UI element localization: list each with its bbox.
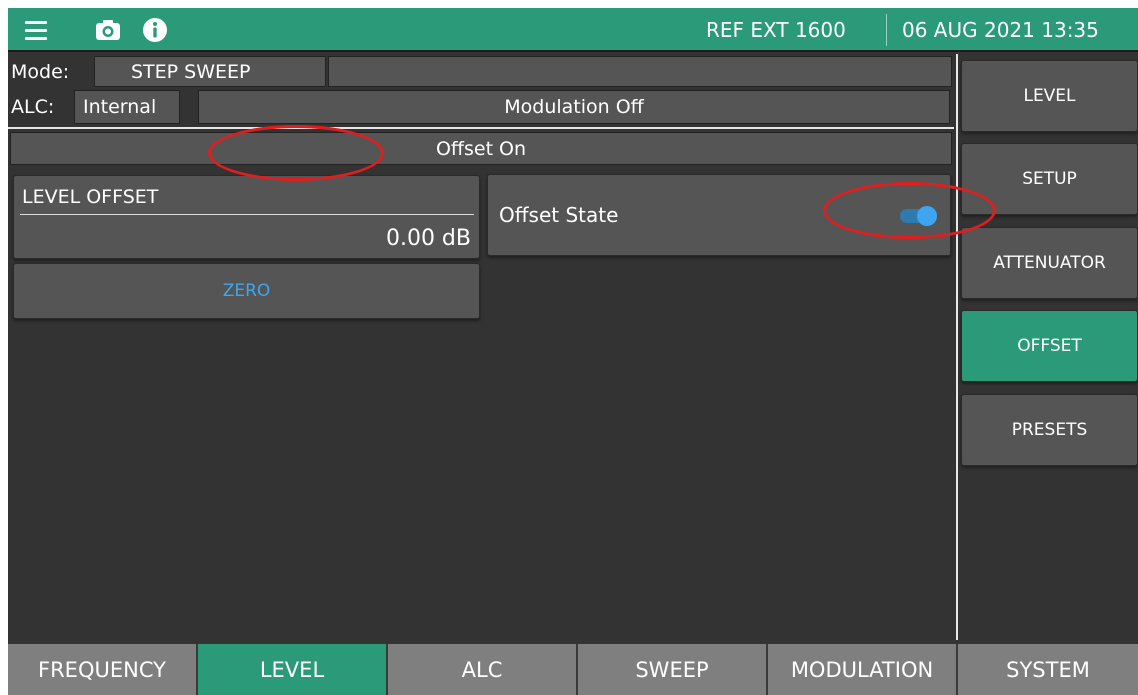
tab-frequency[interactable]: FREQUENCY bbox=[8, 644, 198, 695]
softkey-presets[interactable]: PRESETS bbox=[961, 394, 1138, 466]
status-separator bbox=[8, 127, 954, 129]
topbar-divider bbox=[886, 14, 887, 46]
alc-label: ALC: bbox=[8, 90, 74, 124]
instrument-screen: REF EXT 1600 06 AUG 2021 13:35 Mode: STE… bbox=[8, 8, 1138, 695]
reference-status: REF EXT 1600 bbox=[706, 18, 846, 42]
annotation-circle-toggle bbox=[823, 182, 996, 239]
softkey-level[interactable]: LEVEL bbox=[961, 60, 1138, 132]
level-offset-underline bbox=[20, 214, 474, 215]
level-offset-value: 0.00 dB bbox=[385, 226, 471, 251]
bottom-tab-bar: FREQUENCY LEVEL ALC SWEEP MODULATION SYS… bbox=[8, 644, 1138, 695]
offset-state-label: Offset State bbox=[499, 203, 619, 227]
alc-row: ALC: Internal Modulation Off bbox=[8, 90, 950, 124]
tab-sweep[interactable]: SWEEP bbox=[578, 644, 768, 695]
softkey-attenuator[interactable]: ATTENUATOR bbox=[961, 227, 1138, 299]
info-icon[interactable] bbox=[140, 8, 170, 52]
modulation-status: Modulation Off bbox=[198, 90, 950, 124]
offset-status: Offset On bbox=[10, 132, 952, 165]
tab-level[interactable]: LEVEL bbox=[198, 644, 388, 695]
mode-row: Mode: STEP SWEEP bbox=[8, 56, 952, 87]
softkey-divider bbox=[956, 54, 958, 640]
date-time: 06 AUG 2021 13:35 bbox=[902, 18, 1099, 42]
softkey-offset[interactable]: OFFSET bbox=[961, 310, 1138, 382]
mode-label: Mode: bbox=[8, 56, 94, 87]
alc-value: Internal bbox=[74, 90, 180, 124]
mode-extra bbox=[328, 56, 952, 87]
tab-system[interactable]: SYSTEM bbox=[958, 644, 1138, 695]
tab-modulation[interactable]: MODULATION bbox=[768, 644, 958, 695]
level-offset-title: LEVEL OFFSET bbox=[22, 186, 159, 208]
camera-icon[interactable] bbox=[93, 8, 123, 52]
menu-icon[interactable] bbox=[22, 8, 50, 52]
tab-alc[interactable]: ALC bbox=[388, 644, 578, 695]
top-bar: REF EXT 1600 06 AUG 2021 13:35 bbox=[8, 8, 1138, 52]
level-offset-field[interactable]: LEVEL OFFSET 0.00 dB bbox=[13, 175, 480, 259]
mode-value: STEP SWEEP bbox=[94, 56, 326, 87]
zero-button[interactable]: ZERO bbox=[13, 263, 480, 319]
annotation-circle-offset-on bbox=[208, 125, 384, 181]
